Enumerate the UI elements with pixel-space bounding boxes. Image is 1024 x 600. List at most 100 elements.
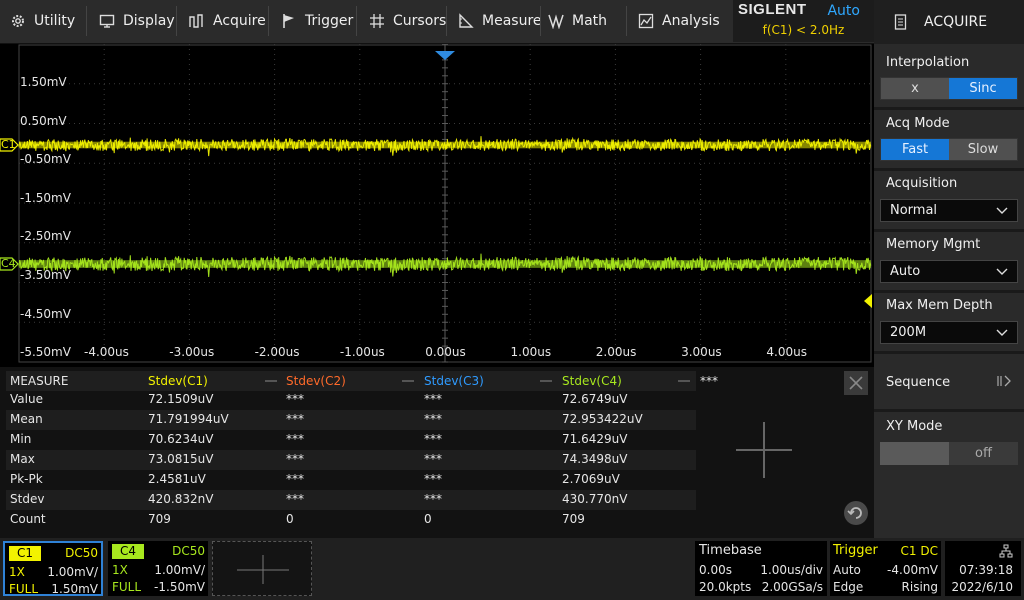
measure-row: Stdev 420.832nV *** *** 430.770nV — [6, 490, 696, 510]
channel-c1-tag: C1 — [9, 546, 41, 561]
timebase-label: Timebase — [699, 543, 762, 558]
document-icon — [894, 14, 907, 30]
memory-mgmt-value: Auto — [890, 264, 921, 279]
timebase-box[interactable]: Timebase 0.00s 1.00us/div 20.0kpts 2.00G… — [695, 541, 827, 596]
menu-utility[interactable]: Utility — [10, 0, 75, 42]
trigger-box[interactable]: Trigger C1 DC Auto -4.00mV Edge Rising — [830, 541, 941, 596]
measure-row-label: Mean — [10, 412, 43, 426]
plus-icon — [736, 422, 792, 478]
frequency-readout: f(C1) < 2.0Hz — [762, 23, 845, 37]
gear-icon — [12, 15, 24, 27]
menu-measure[interactable]: Measure — [458, 0, 542, 42]
measure-row: Mean 71.791994uV *** *** 72.953422uV — [6, 410, 696, 430]
measure-col-c3[interactable]: Stdev(C3) — [424, 374, 484, 388]
interpolation-toggle: x Sinc — [880, 77, 1018, 100]
channel-c4-box[interactable]: C4 DC50 1X 1.00mV/ FULL -1.50mV — [108, 541, 208, 596]
measure-cell: 420.832nV — [148, 492, 214, 506]
network-icon — [999, 544, 1013, 558]
timebase-rate: 2.00GSa/s — [761, 580, 823, 594]
acquire-icon — [189, 14, 203, 28]
interpolation-x-option[interactable]: x — [881, 78, 949, 99]
measure-cell: 74.3498uV — [562, 452, 628, 466]
measure-col-empty[interactable]: *** — [700, 374, 718, 388]
measure-cell: 73.0815uV — [148, 452, 214, 466]
channel-c1-coupling: DC50 — [65, 546, 98, 560]
interpolation-sinc-option[interactable]: Sinc — [949, 78, 1017, 99]
chevron-down-icon — [996, 329, 1008, 336]
menu-acquire[interactable]: Acquire — [189, 0, 266, 42]
channel-c4-coupling: DC50 — [172, 544, 205, 558]
measure-row: Pk-Pk 2.4581uV *** *** 2.7069uV — [6, 470, 696, 490]
measure-cell: 72.6749uV — [562, 392, 628, 406]
math-icon — [548, 14, 564, 29]
menu-cursors[interactable]: Cursors — [369, 0, 446, 42]
measure-row: Min 70.6234uV *** *** 71.6429uV — [6, 430, 696, 450]
channel-c4-marker[interactable]: C4 — [1, 257, 16, 270]
memory-mgmt-dropdown[interactable]: Auto — [880, 260, 1018, 283]
menu-math-label: Math — [572, 13, 608, 29]
memory-mgmt-label: Memory Mgmt — [886, 237, 981, 252]
plus-icon — [237, 555, 289, 584]
panel-header: ACQUIRE — [874, 0, 1024, 44]
measure-row-label: Min — [10, 432, 32, 446]
measure-cell: *** — [424, 432, 442, 446]
trigger-type: Edge — [833, 580, 864, 594]
x-axis-label: 0.00us — [425, 345, 466, 359]
measure-row-label: Max — [10, 452, 35, 466]
waveform-display[interactable]: C1 C4 1.50mV 0.50mV -0.50mV -1.50mV -2.50mV -3.… — [0, 44, 874, 367]
max-mem-depth-value: 200M — [890, 325, 927, 340]
measure-col-c1[interactable]: Stdev(C1) — [148, 374, 208, 388]
measure-cell: 72.953422uV — [562, 412, 643, 426]
max-mem-depth-dropdown[interactable]: 200M — [880, 321, 1018, 344]
channel-c4-offset: -1.50mV — [154, 580, 205, 594]
measure-row: Value 72.1509uV *** *** 72.6749uV — [6, 390, 696, 410]
acq-mode-label: Acq Mode — [886, 116, 950, 131]
measure-cell: *** — [286, 492, 304, 506]
menu-display[interactable]: Display — [99, 0, 175, 42]
clock-date: 2022/6/10 — [951, 580, 1013, 594]
menu-acquire-label: Acquire — [213, 13, 266, 29]
y-axis-label: -5.50mV — [20, 345, 71, 360]
measure-title: MEASURE — [10, 374, 69, 388]
timebase-scale: 1.00us/div — [760, 563, 823, 577]
chevron-down-icon — [996, 207, 1008, 214]
measure-close-button[interactable] — [844, 371, 868, 395]
measure-cell: 2.7069uV — [562, 472, 620, 486]
trigger-run-mode[interactable]: Auto — [827, 3, 860, 19]
xy-mode-label: XY Mode — [886, 419, 943, 434]
xy-mode-toggle[interactable]: off — [880, 442, 1018, 465]
acq-mode-slow-option[interactable]: Slow — [949, 139, 1017, 160]
x-axis-label: 4.00us — [766, 345, 807, 359]
menu-math[interactable]: Math — [548, 0, 607, 42]
trace-c1-band — [19, 141, 871, 149]
channel-c1-box[interactable]: C1 DC50 1X 1.00mV/ FULL 1.50mV — [3, 541, 103, 596]
measure-col-c2[interactable]: Stdev(C2) — [286, 374, 346, 388]
acquisition-dropdown[interactable]: Normal — [880, 199, 1018, 222]
channel-c1-probe: 1X — [9, 565, 25, 579]
trigger-level-marker — [864, 294, 872, 308]
measure-col-c4[interactable]: Stdev(C4) — [562, 374, 622, 388]
y-axis-label: -4.50mV — [20, 306, 71, 321]
x-axis-label: -3.00us — [169, 345, 215, 359]
measure-cell: *** — [286, 472, 304, 486]
add-channel-button[interactable] — [212, 541, 312, 596]
sequence-item[interactable]: Sequence — [874, 354, 1024, 409]
measure-cell: 71.6429uV — [562, 432, 628, 446]
x-axis-label: -2.00us — [254, 345, 300, 359]
channel-c1-marker[interactable]: C1 — [1, 138, 16, 151]
menu-trigger[interactable]: Trigger — [281, 0, 353, 42]
add-measure-button[interactable] — [734, 420, 794, 480]
menu-utility-label: Utility — [34, 13, 76, 29]
channel-c4-scale: 1.00mV/ — [154, 563, 205, 577]
acq-mode-fast-option[interactable]: Fast — [881, 139, 949, 160]
flag-icon — [283, 14, 294, 28]
measure-cell: 0 — [286, 512, 294, 526]
menu-analysis[interactable]: Analysis — [638, 0, 720, 42]
refresh-button[interactable] — [844, 501, 868, 525]
channel-c4-probe: 1X — [112, 563, 128, 577]
measure-header: MEASURE Stdev(C1) Stdev(C2) Stdev(C3) St… — [6, 371, 718, 391]
trigger-position-marker — [435, 51, 455, 60]
trigger-label: Trigger — [833, 543, 878, 558]
measure-row: Max 73.0815uV *** *** 74.3498uV — [6, 450, 696, 470]
crosshair-icon — [370, 14, 384, 28]
